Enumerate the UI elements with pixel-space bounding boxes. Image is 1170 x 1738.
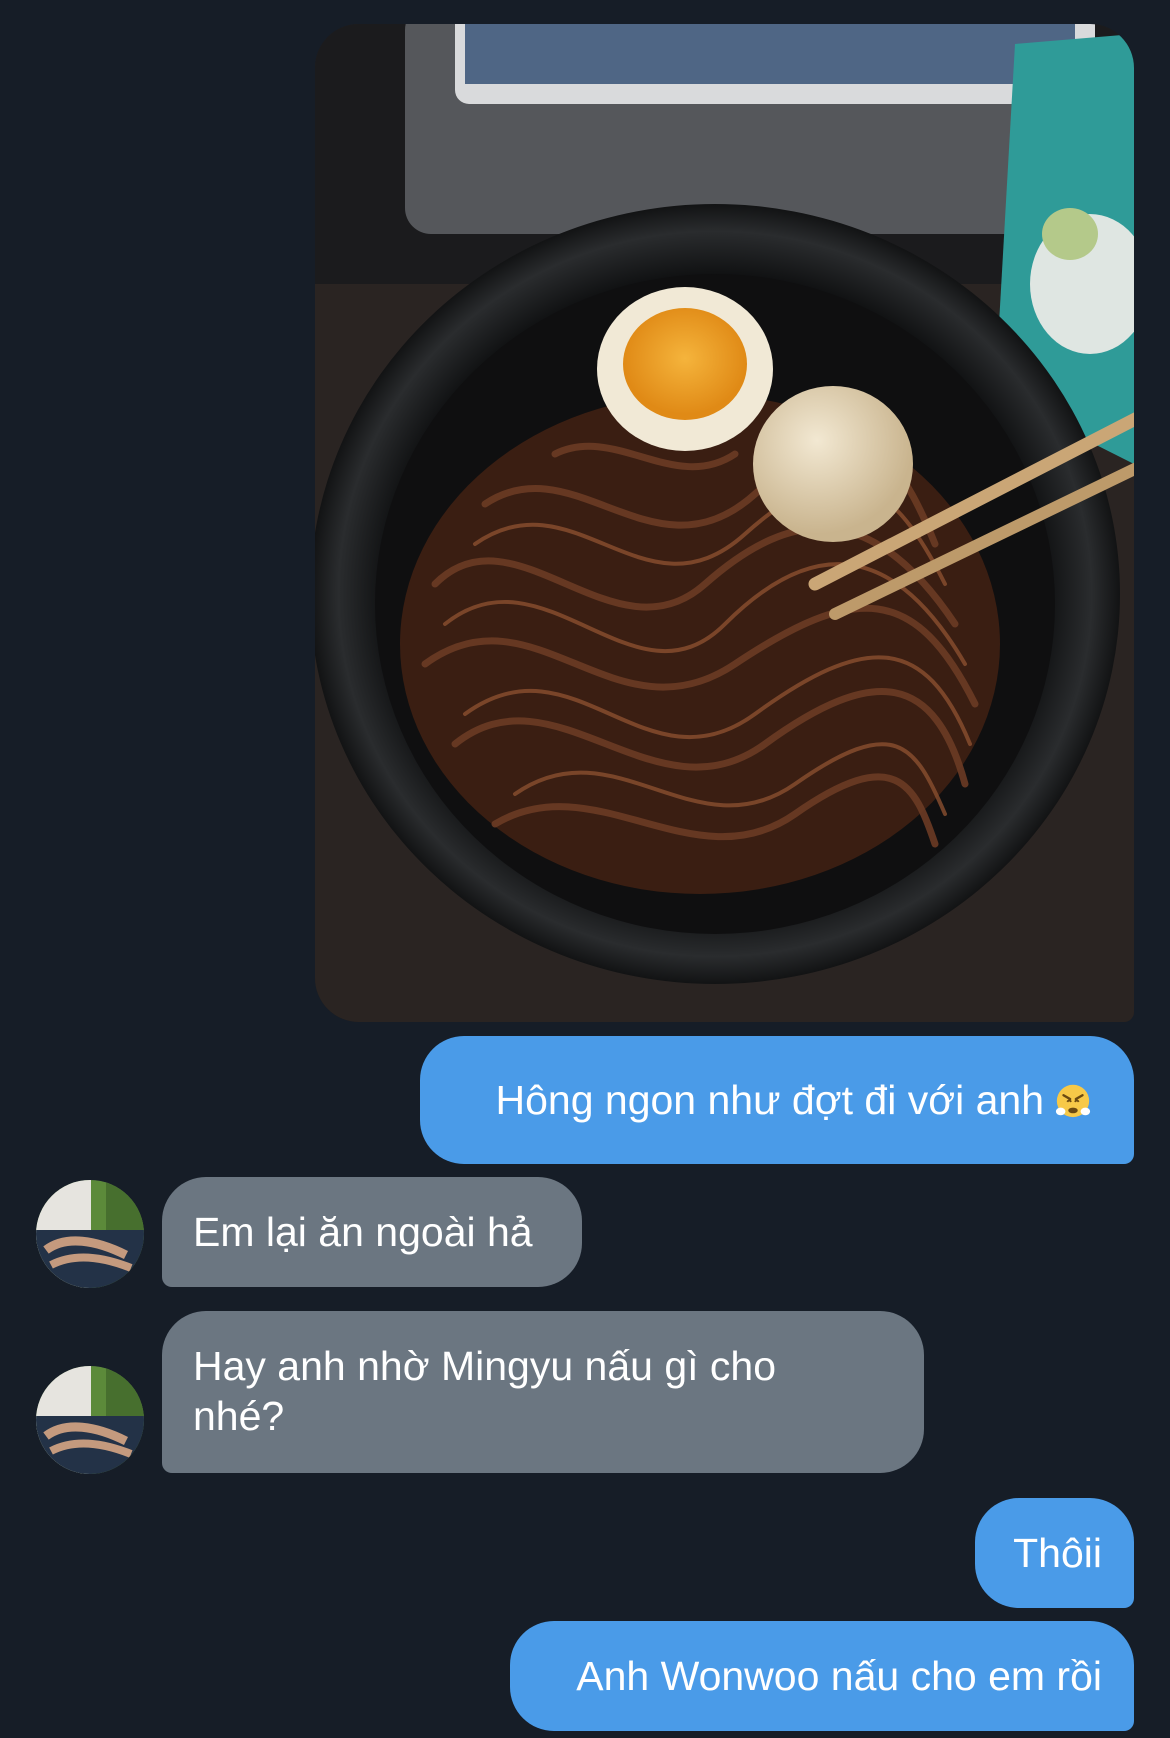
message-text: Hông ngon như đợt đi với anh (495, 1077, 1044, 1123)
avatar[interactable] (36, 1366, 144, 1474)
message-text: Em lại ăn ngoài hả (193, 1209, 533, 1255)
face-with-steam-icon (1055, 1084, 1091, 1118)
person-sitting-avatar-image (36, 1366, 144, 1474)
incoming-message[interactable]: Hay anh nhờ Mingyu nấu gì cho nhé? (162, 1311, 924, 1473)
outgoing-message[interactable]: Anh Wonwoo nấu cho em rồi (510, 1621, 1134, 1731)
message-text: Thôii (1013, 1530, 1102, 1576)
incoming-message[interactable]: Em lại ăn ngoài hả (162, 1177, 582, 1287)
outgoing-message[interactable]: Thôii (975, 1498, 1134, 1608)
avatar[interactable] (36, 1180, 144, 1288)
message-text: Anh Wonwoo nấu cho em rồi (576, 1653, 1102, 1699)
photo-message[interactable] (315, 24, 1134, 1022)
person-sitting-avatar-image (36, 1180, 144, 1288)
outgoing-message[interactable]: Hông ngon như đợt đi với anh (420, 1036, 1134, 1164)
noodle-bowl-photo (315, 24, 1134, 1022)
message-text: Hay anh nhờ Mingyu nấu gì cho nhé? (193, 1343, 777, 1439)
